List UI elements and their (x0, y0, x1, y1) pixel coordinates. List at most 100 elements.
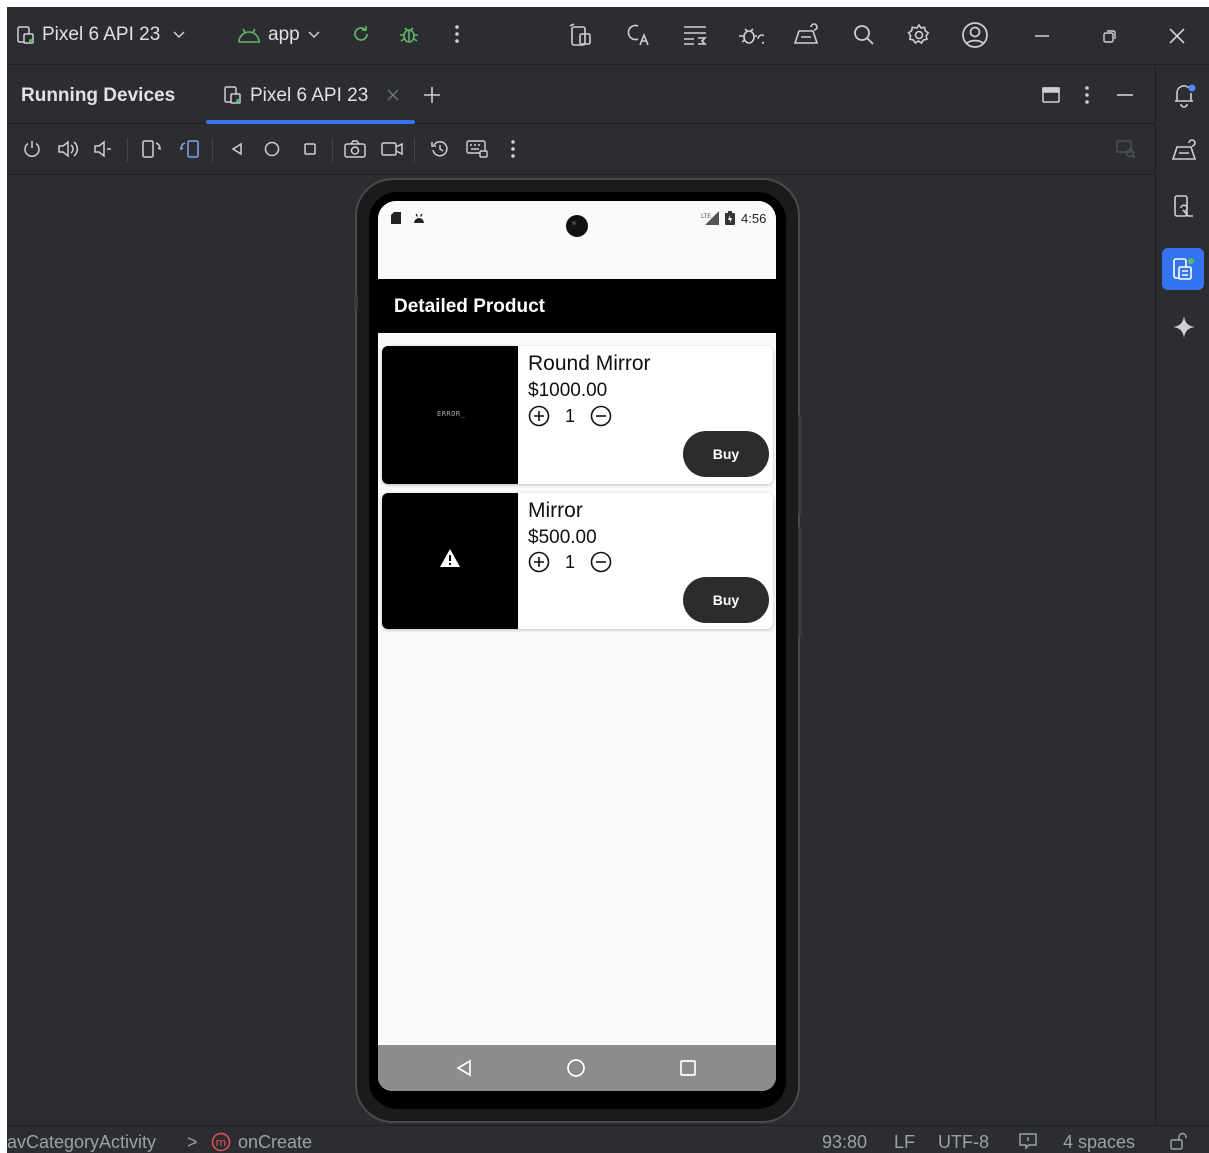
device-toolbar (7, 124, 1155, 175)
device-selector[interactable]: Pixel 6 API 23 (42, 24, 160, 46)
app-bar-title: Detailed Product (394, 296, 545, 317)
debug-icon[interactable] (397, 22, 421, 46)
gemini-icon[interactable] (1170, 137, 1198, 165)
volume-up-icon[interactable] (56, 138, 80, 160)
product-name: Round Mirror (528, 352, 651, 375)
overview-icon[interactable] (299, 138, 321, 160)
screenshot-icon[interactable] (343, 138, 367, 160)
product-card[interactable]: Mirror $500.00 1 Buy (382, 493, 773, 629)
window-layout-icon[interactable] (1039, 84, 1063, 106)
phone-power-button[interactable] (798, 415, 802, 515)
back-icon[interactable] (226, 138, 248, 160)
product-name: Mirror (528, 499, 583, 522)
status-bar: avCategoryActivity > m onCreate 93:80 LF… (7, 1125, 1209, 1153)
chevron-down-icon[interactable] (171, 26, 187, 44)
phone-side-key (354, 295, 358, 309)
toolbar-separator (212, 138, 213, 162)
translate-icon[interactable] (624, 21, 654, 49)
toolbar-separator (127, 138, 128, 162)
device-manager-icon[interactable] (567, 21, 597, 49)
tool-window-title: Running Devices (21, 85, 176, 106)
battery-icon (724, 210, 736, 226)
close-tab-icon[interactable] (384, 86, 402, 104)
gemini-assistant-icon[interactable] (791, 21, 821, 49)
android-debug-icon (412, 211, 426, 225)
product-price: $1000.00 (528, 380, 608, 401)
rotate-left-icon[interactable] (140, 138, 164, 160)
hide-panel-icon[interactable] (1113, 84, 1137, 106)
chevron-down-icon[interactable] (306, 26, 322, 44)
plus-circle-icon[interactable] (527, 404, 551, 428)
quantity-value: 1 (565, 406, 576, 426)
running-devices-icon (1170, 256, 1196, 282)
rotate-right-icon[interactable] (177, 138, 201, 160)
close-window-icon[interactable] (1164, 23, 1190, 49)
account-icon[interactable] (960, 20, 990, 50)
image-error-placeholder: ERROR_ (437, 410, 466, 418)
nav-overview-icon[interactable] (677, 1057, 699, 1079)
phone-volume-button[interactable] (798, 527, 802, 637)
run-config-selector[interactable]: app (268, 24, 300, 46)
sd-card-icon (390, 211, 402, 225)
cursor-position[interactable]: 93:80 (822, 1132, 867, 1153)
product-card[interactable]: ERROR_ Round Mirror $1000.00 1 Buy (382, 346, 773, 484)
unlock-icon[interactable] (1166, 1130, 1190, 1152)
plus-circle-icon[interactable] (527, 550, 551, 574)
toolbar-separator (414, 138, 415, 162)
svg-text:LTE: LTE (701, 213, 711, 220)
layout-inspector-icon[interactable] (680, 21, 710, 49)
breadcrumb-method[interactable]: onCreate (238, 1132, 312, 1153)
android-icon (236, 24, 262, 46)
minimize-window-icon[interactable] (1029, 23, 1055, 49)
more-vertical-icon[interactable] (447, 22, 467, 46)
product-image: ERROR_ (382, 346, 518, 484)
add-tab-icon[interactable] (420, 83, 444, 107)
keyboard-icon[interactable] (465, 138, 489, 160)
breadcrumb-class[interactable]: avCategoryActivity (7, 1132, 156, 1153)
status-time: 4:56 (741, 211, 767, 226)
snapshot-icon[interactable] (428, 138, 452, 160)
nav-home-icon[interactable] (565, 1057, 587, 1079)
product-price: $500.00 (528, 527, 597, 548)
file-encoding[interactable]: UTF-8 (938, 1132, 989, 1153)
nav-back-icon[interactable] (453, 1057, 475, 1079)
gear-icon[interactable] (905, 21, 933, 49)
inspection-widget-icon[interactable] (1017, 1131, 1039, 1151)
screen-record-icon[interactable] (380, 138, 404, 160)
breadcrumb-separator: > (187, 1132, 198, 1152)
restore-window-icon[interactable] (1097, 23, 1123, 49)
rerun-icon[interactable] (349, 22, 373, 46)
app-inspection-icon[interactable] (736, 21, 766, 49)
buy-button[interactable]: Buy (683, 431, 769, 477)
search-icon[interactable] (850, 22, 878, 48)
android-studio-window: Pixel 6 API 23 app Running Devices Pixel… (7, 7, 1209, 1153)
notifications-icon[interactable] (1170, 81, 1198, 109)
running-devices-tool-button[interactable] (1162, 248, 1204, 290)
phone-screen[interactable]: LTE 4:56 Detailed Product ERROR_ Round M… (378, 201, 776, 1091)
device-icon (221, 83, 245, 107)
tab-pixel-6-api-23[interactable]: Pixel 6 API 23 (250, 85, 368, 107)
minus-circle-icon[interactable] (589, 550, 613, 574)
power-icon[interactable] (21, 138, 43, 160)
title-bar: Pixel 6 API 23 app (7, 7, 1209, 65)
more-vertical-icon[interactable] (504, 138, 522, 160)
front-camera (564, 213, 590, 239)
method-icon: m (210, 1131, 232, 1153)
buy-button[interactable]: Buy (683, 577, 769, 623)
indent-setting[interactable]: 4 spaces (1063, 1132, 1135, 1153)
product-image (382, 493, 518, 629)
running-devices-header: Running Devices Pixel 6 API 23 (7, 65, 1155, 124)
device-explorer-icon[interactable] (1170, 193, 1198, 221)
device-icon (15, 24, 37, 46)
toolbar-separator (332, 138, 333, 162)
home-icon[interactable] (261, 138, 283, 160)
more-vertical-icon[interactable] (1077, 84, 1097, 106)
volume-down-icon[interactable] (92, 138, 114, 160)
minus-circle-icon[interactable] (589, 404, 613, 428)
device-mirroring-icon (1114, 138, 1138, 160)
app-bar: Detailed Product (378, 279, 776, 333)
sparkle-icon[interactable] (1170, 313, 1198, 341)
line-separator[interactable]: LF (894, 1132, 915, 1153)
svg-text:m: m (216, 1136, 227, 1149)
signal-icon: LTE (700, 210, 720, 226)
